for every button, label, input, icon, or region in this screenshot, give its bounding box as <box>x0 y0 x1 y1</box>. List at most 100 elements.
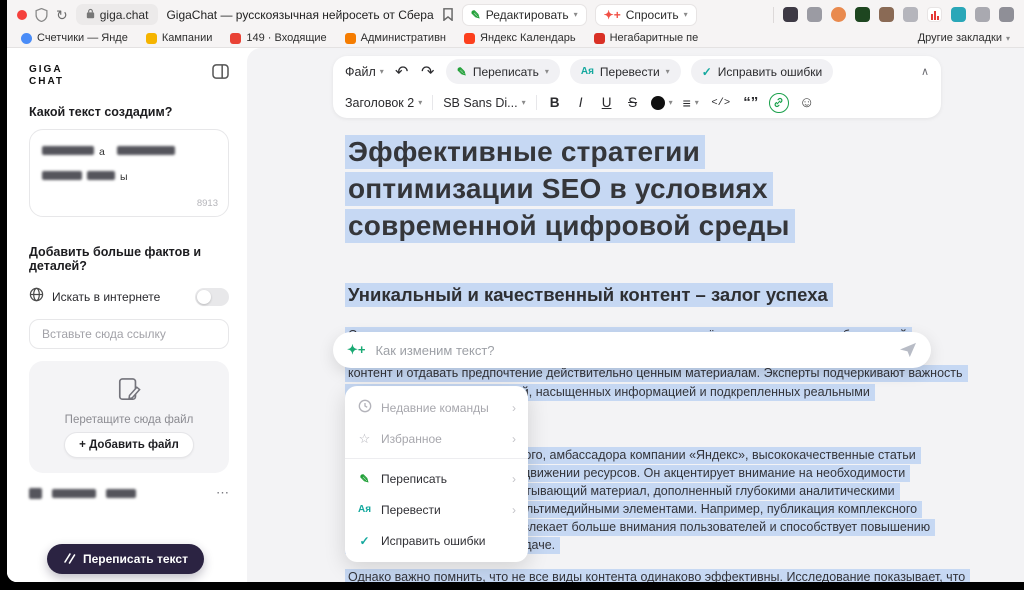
sparkle-extension-icon[interactable] <box>807 7 822 22</box>
check-pencil-icon: ✓ <box>357 534 372 548</box>
web-search-toggle[interactable] <box>195 288 229 306</box>
bookmark-item[interactable]: Кампании <box>146 32 213 44</box>
more-options-icon[interactable]: ⋯ <box>216 485 229 501</box>
brown-extension-icon[interactable] <box>879 7 894 22</box>
pen-tool-extension-icon[interactable] <box>783 7 798 22</box>
send-icon[interactable] <box>899 342 917 358</box>
menu-item-label: Перевести <box>381 503 441 517</box>
menu-divider <box>345 458 528 459</box>
gigachat-app: GIGA CHAT Какой текст создадим? а ы 8913 <box>7 48 1024 582</box>
chevron-down-icon: ▾ <box>545 67 549 76</box>
prompt-text-card[interactable]: а ы 8913 <box>29 129 229 217</box>
shield-icon[interactable] <box>35 8 48 22</box>
link-button[interactable] <box>769 93 789 113</box>
favicon <box>464 33 475 44</box>
divider <box>536 95 537 110</box>
bookmark-label: Счетчики — Янде <box>37 32 128 44</box>
translate-icon: Aя <box>357 504 372 515</box>
add-file-button[interactable]: + Добавить файл <box>64 432 194 458</box>
font-select[interactable]: SB Sans Di... ▾ <box>443 96 525 110</box>
menu-item-label: Избранное <box>381 432 442 446</box>
visible-char: ы <box>120 171 128 183</box>
bold-button[interactable]: B <box>547 95 563 110</box>
menu-item-label: Исправить ошибки <box>381 534 485 548</box>
extensions-area <box>773 7 1014 23</box>
menu-item-favorites[interactable]: ☆ Избранное › <box>345 423 528 454</box>
file-menu-label: Файл <box>345 65 376 79</box>
text-color-button[interactable]: ▾ <box>651 96 673 110</box>
bookmark-icon[interactable] <box>442 8 454 21</box>
document-heading-line: оптимизации SEO в условиях <box>345 173 773 205</box>
flag-extension-icon[interactable] <box>975 7 990 22</box>
color-swatch-icon <box>651 96 665 110</box>
attached-file-item[interactable]: ⋯ <box>29 485 229 501</box>
quote-button[interactable]: “” <box>743 94 759 111</box>
favicon <box>345 33 356 44</box>
emoji-button[interactable]: ☺ <box>799 94 815 111</box>
underline-button[interactable]: U <box>599 95 615 110</box>
command-input[interactable]: Как изменим текст? <box>375 343 889 358</box>
chevron-down-icon: ▾ <box>418 98 422 107</box>
redacted-text <box>52 489 96 498</box>
prompt-question-label: Какой текст создадим? <box>29 105 229 119</box>
other-bookmarks-button[interactable]: Другие закладки ▾ <box>918 32 1010 44</box>
menu-item-translate[interactable]: Aя Перевести › <box>345 494 528 525</box>
document-heading-line: современной цифровой среды <box>345 210 795 242</box>
link-input[interactable] <box>29 319 229 349</box>
rewrite-tool-label: Переписать <box>473 65 539 79</box>
bookmark-item[interactable]: Яндекс Календарь <box>464 32 576 44</box>
menu-item-label: Переписать <box>381 472 447 486</box>
edit-button[interactable]: ✎ Редактировать ▾ <box>462 4 587 26</box>
undo-icon[interactable]: ↶ <box>394 62 410 82</box>
editor-area: Файл ▾ ↶ ↷ ✎ Переписать ▾ Aя Перевести ▾ <box>247 48 1024 582</box>
clock-icon <box>357 399 372 416</box>
fix-errors-tool-label: Исправить ошибки <box>718 65 822 79</box>
bookmark-item[interactable]: Негабаритные пе <box>594 32 699 44</box>
rewrite-tool-button[interactable]: ✎ Переписать ▾ <box>446 59 560 84</box>
fix-errors-tool-button[interactable]: ✓ Исправить ошибки <box>691 59 834 84</box>
rewrite-text-button[interactable]: Переписать текст <box>47 544 204 574</box>
browser-toolbar: ↻ giga.chat GigaChat — русскоязычная ней… <box>7 0 1024 29</box>
edit-button-label: Редактировать <box>486 8 569 22</box>
file-menu[interactable]: Файл ▾ <box>345 65 384 79</box>
avatar-extension-icon[interactable] <box>831 7 846 22</box>
bookmark-item[interactable]: Счетчики — Янде <box>21 32 128 44</box>
chevron-down-icon: ▾ <box>684 10 688 19</box>
bookmark-item[interactable]: 149 · Входящие <box>230 32 326 44</box>
list-button[interactable]: ≡ ▾ <box>683 95 699 111</box>
strikethrough-button[interactable]: S <box>625 95 641 110</box>
file-dropzone[interactable]: Перетащите сюда файл + Добавить файл <box>29 361 229 473</box>
green-extension-icon[interactable] <box>855 7 870 22</box>
italic-button[interactable]: I <box>573 95 589 110</box>
heading-select[interactable]: Заголовок 2 ▾ <box>345 96 422 110</box>
address-bar[interactable]: giga.chat <box>76 4 159 25</box>
bookmark-item[interactable]: Административн <box>345 32 446 44</box>
puzzle-extension-icon[interactable] <box>999 7 1014 22</box>
pencil-icon: ✎ <box>457 65 467 79</box>
chevron-down-icon: ▾ <box>669 98 673 107</box>
gigachat-logo: GIGA CHAT <box>29 64 64 87</box>
favicon <box>21 33 32 44</box>
redo-icon[interactable]: ↷ <box>420 62 436 82</box>
menu-item-rewrite[interactable]: ✎ Переписать › <box>345 463 528 494</box>
document-subheading: Уникальный и качественный контент – зало… <box>345 284 833 306</box>
code-button[interactable]: </> <box>709 97 733 109</box>
char-count: 8913 <box>197 198 218 209</box>
teal-extension-icon[interactable] <box>951 7 966 22</box>
refresh-icon[interactable]: ↻ <box>56 8 68 22</box>
gray-extension-icon[interactable] <box>903 7 918 22</box>
ask-button-label: Спросить <box>626 8 679 22</box>
favicon <box>146 33 157 44</box>
menu-item-recent-commands[interactable]: Недавние команды › <box>345 392 528 423</box>
collapse-toolbar-icon[interactable]: ∧ <box>921 65 929 78</box>
menu-item-fix-errors[interactable]: ✓ Исправить ошибки <box>345 525 528 556</box>
command-bar[interactable]: ✦+ Как изменим текст? <box>333 332 931 368</box>
visible-char: а <box>99 146 105 158</box>
chart-extension-icon[interactable] <box>927 7 942 22</box>
command-dropdown-menu: Недавние команды › ☆ Избранное › ✎ Переп… <box>345 386 528 562</box>
sidebar-toggle-icon[interactable] <box>212 64 229 84</box>
check-pencil-icon: ✓ <box>702 65 712 79</box>
chevron-down-icon: ▾ <box>574 10 578 19</box>
ask-button[interactable]: ✦+ Спросить ▾ <box>595 4 697 26</box>
translate-tool-button[interactable]: Aя Перевести ▾ <box>570 59 681 84</box>
